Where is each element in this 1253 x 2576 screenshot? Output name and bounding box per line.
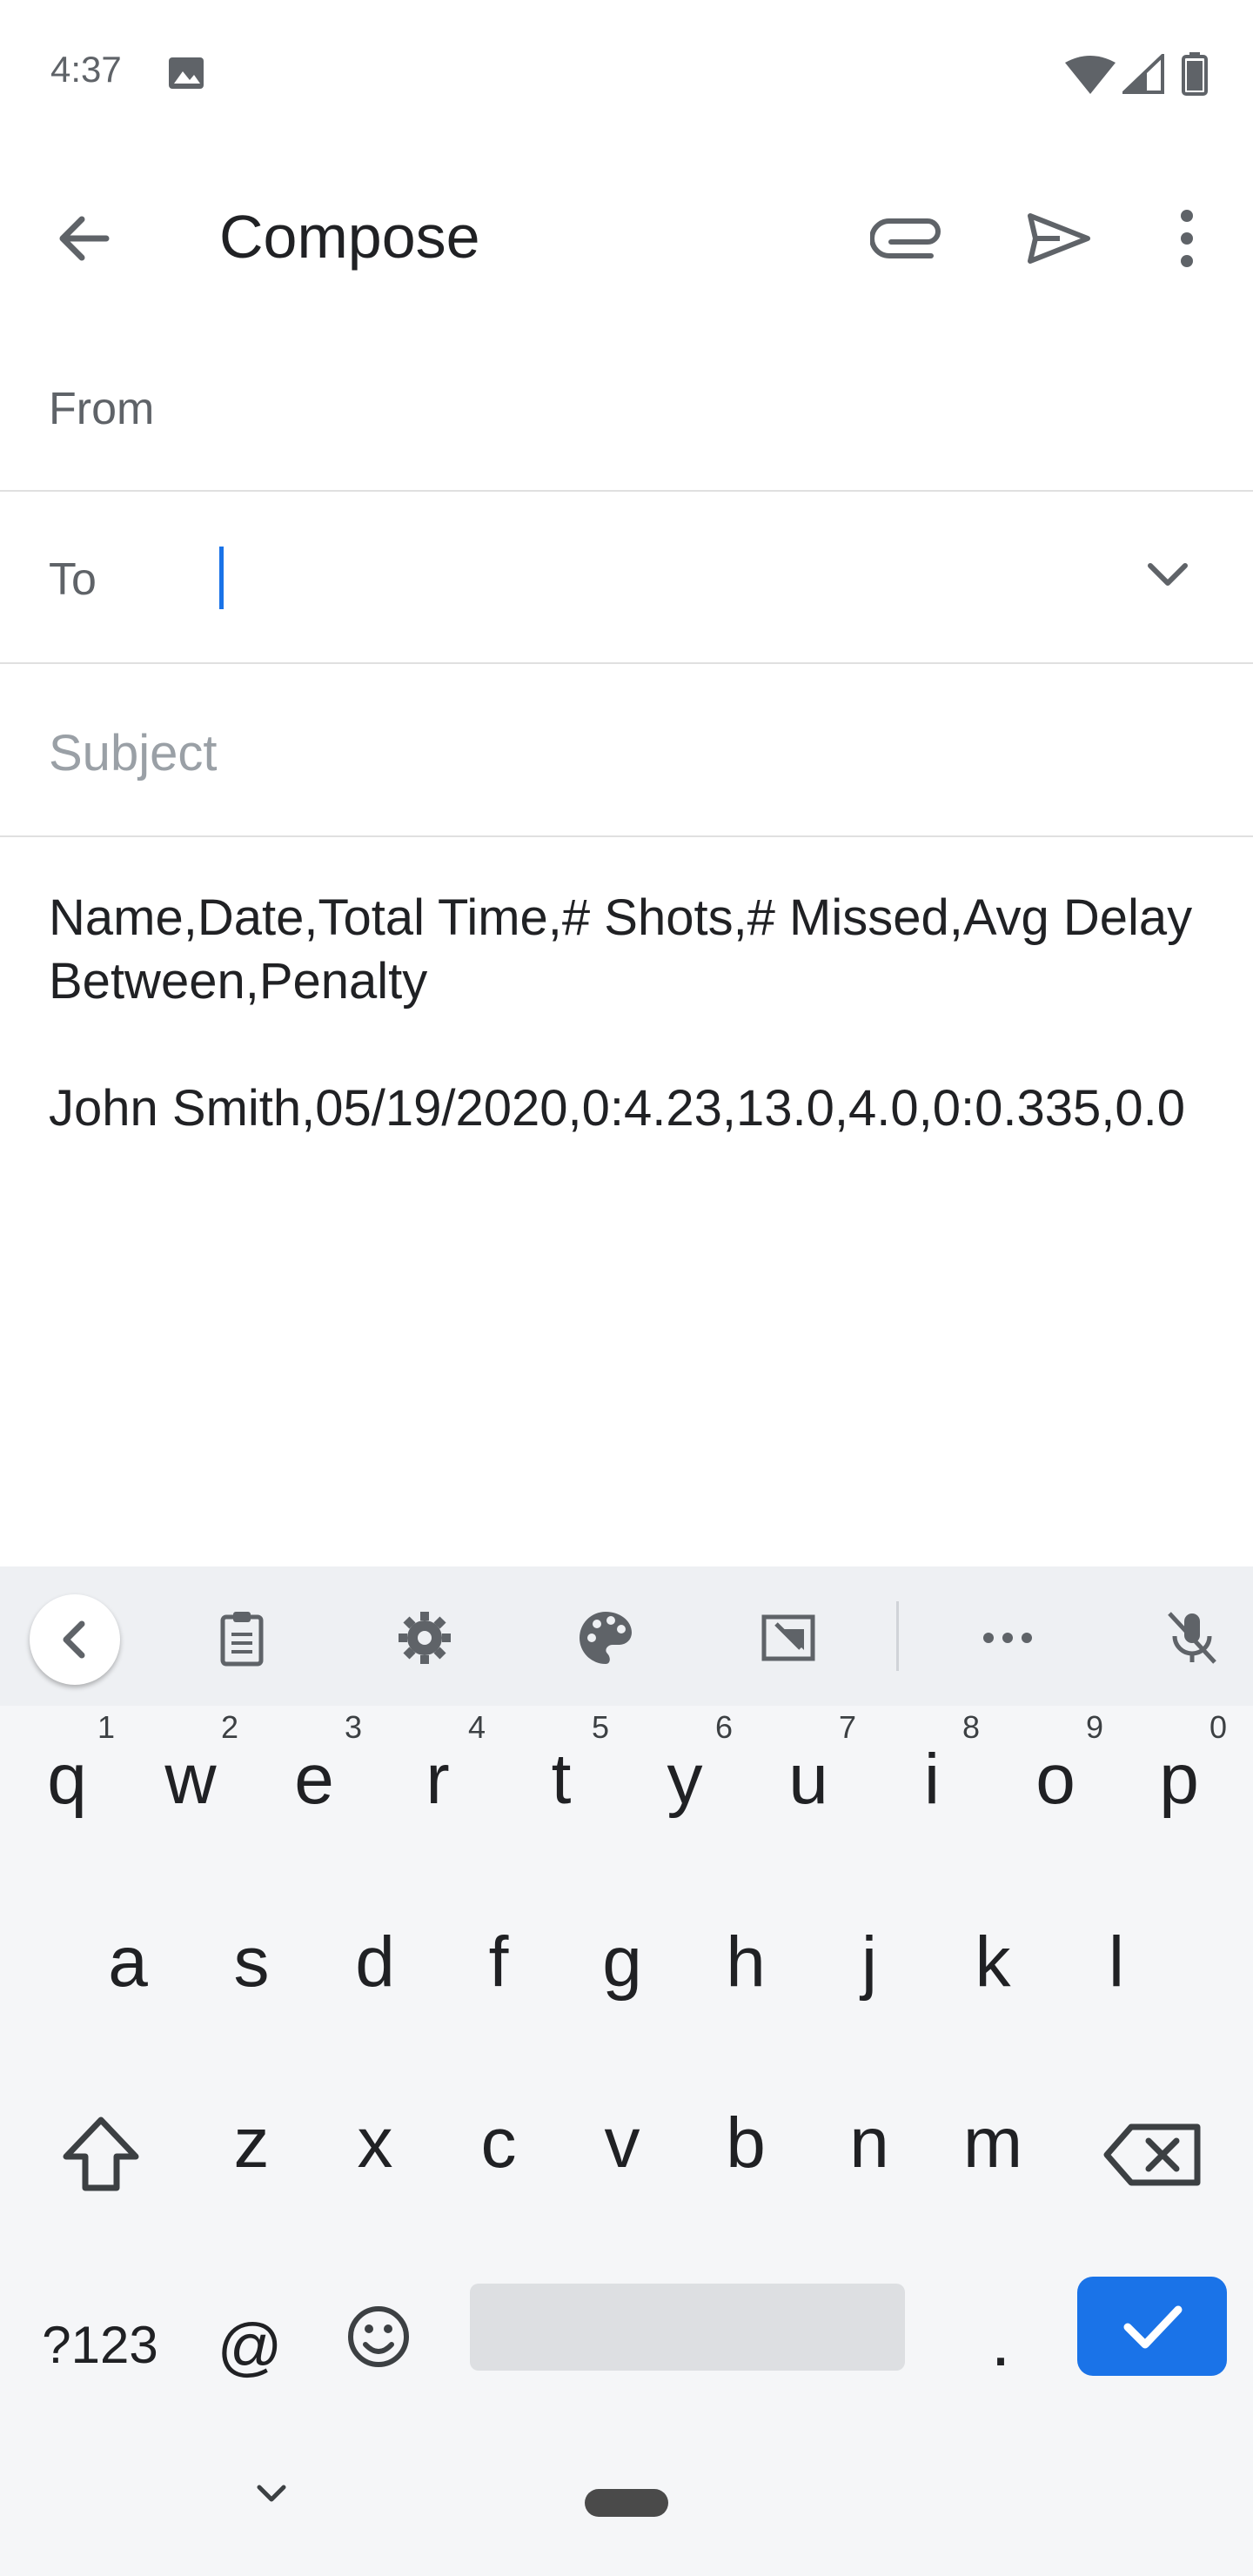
to-label: To [49, 554, 97, 605]
key-v[interactable]: v [566, 2070, 679, 2217]
smiley-icon [331, 2306, 426, 2397]
shift-arrow-icon [40, 2116, 162, 2219]
more-vert-icon [1147, 210, 1227, 282]
to-field[interactable] [218, 547, 1105, 613]
soft-keyboard: q1 w2 e3 r4 t5 y6 u7 i8 o9 p0 a s d f g … [0, 1566, 1253, 2576]
resize-icon [757, 1614, 820, 1673]
key-z[interactable]: z [195, 2070, 308, 2217]
divider [0, 662, 1253, 664]
done-key[interactable] [1077, 2277, 1227, 2376]
keyboard-settings-button[interactable] [393, 1607, 456, 1669]
symbols-key[interactable]: ?123 [26, 2270, 174, 2418]
chevron-down-icon [1128, 563, 1208, 614]
text-cursor [219, 547, 224, 609]
key-s[interactable]: s [195, 1888, 308, 2036]
keyboard-toolbar [0, 1566, 1253, 1706]
more-horiz-icon [976, 1633, 1039, 1673]
gallery-icon [167, 56, 205, 95]
backspace-key[interactable] [1096, 2094, 1215, 2216]
key-j[interactable]: j [813, 1888, 926, 2036]
subject-field[interactable]: Subject [49, 724, 217, 782]
key-c[interactable]: c [442, 2070, 555, 2217]
key-w[interactable]: w2 [134, 1706, 247, 1854]
checkmark-icon [1077, 2305, 1227, 2379]
email-body[interactable]: Name,Date,Total Time,# Shots,# Missed,Av… [49, 886, 1197, 1140]
key-a[interactable]: a [71, 1888, 184, 2036]
divider [0, 835, 1253, 837]
back-button[interactable] [45, 198, 125, 278]
key-f[interactable]: f [442, 1888, 555, 2036]
voice-input-button[interactable] [1161, 1607, 1223, 1669]
hide-keyboard-button[interactable] [244, 2472, 299, 2517]
more-options-button[interactable] [1147, 198, 1227, 278]
gear-icon [393, 1612, 456, 1673]
recipients-expand-button[interactable] [1128, 541, 1208, 611]
key-h[interactable]: h [689, 1888, 802, 2036]
clipboard-icon [211, 1612, 273, 1673]
send-icon [1018, 213, 1098, 282]
key-e[interactable]: e3 [258, 1706, 371, 1854]
key-g[interactable]: g [566, 1888, 679, 2036]
period-key[interactable]: . [948, 2270, 1053, 2418]
mic-off-icon [1161, 1612, 1223, 1673]
back-arrow-icon [45, 216, 125, 282]
keyboard-collapse-toolbar-button[interactable] [30, 1594, 120, 1685]
backspace-icon [1096, 2123, 1215, 2219]
key-x[interactable]: x [318, 2070, 432, 2217]
key-l[interactable]: l [1060, 1888, 1173, 2036]
palette-icon [574, 1612, 637, 1673]
wifi-icon [1065, 56, 1116, 98]
keyboard-resize-button[interactable] [757, 1607, 820, 1669]
home-gesture-pill[interactable] [585, 2489, 668, 2517]
key-i[interactable]: i8 [875, 1706, 988, 1854]
key-d[interactable]: d [318, 1888, 432, 2036]
key-b[interactable]: b [689, 2070, 802, 2217]
divider [0, 490, 1253, 492]
key-n[interactable]: n [813, 2070, 926, 2217]
key-q[interactable]: q1 [10, 1706, 124, 1854]
status-bar: 4:37 [0, 0, 1253, 148]
divider [896, 1601, 899, 1671]
chevron-left-icon [30, 1620, 120, 1688]
at-key[interactable]: @ [193, 2270, 306, 2418]
signal-icon [1120, 51, 1164, 98]
key-o[interactable]: o9 [999, 1706, 1112, 1854]
theme-button[interactable] [574, 1607, 637, 1669]
paperclip-icon [869, 218, 954, 282]
emoji-key[interactable] [331, 2280, 426, 2393]
from-label: From [49, 384, 155, 434]
shift-key[interactable] [40, 2094, 162, 2216]
key-k[interactable]: k [936, 1888, 1049, 2036]
key-p[interactable]: p0 [1122, 1706, 1236, 1854]
status-time: 4:37 [50, 49, 122, 90]
key-u[interactable]: u7 [752, 1706, 865, 1854]
battery-icon [1182, 52, 1208, 100]
key-m[interactable]: m [936, 2070, 1049, 2217]
more-tools-button[interactable] [976, 1607, 1039, 1669]
key-r[interactable]: r4 [381, 1706, 494, 1854]
clipboard-button[interactable] [211, 1607, 273, 1669]
chevron-down-icon [244, 2485, 299, 2520]
key-y[interactable]: y6 [628, 1706, 741, 1854]
send-button[interactable] [1018, 198, 1098, 278]
key-t[interactable]: t5 [505, 1706, 618, 1854]
page-title: Compose [219, 203, 480, 271]
space-key[interactable] [470, 2284, 905, 2371]
attach-button[interactable] [869, 198, 954, 278]
